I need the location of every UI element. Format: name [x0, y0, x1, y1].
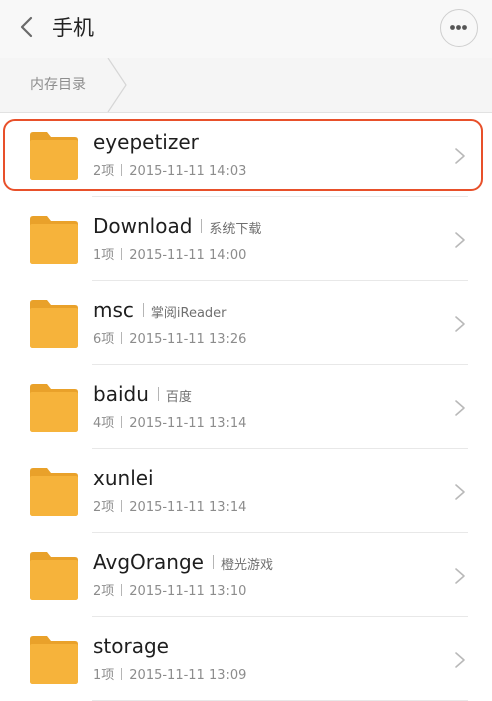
- folder-title-line: Download 系统下载: [93, 212, 261, 244]
- folder-name: eyepetizer: [93, 130, 199, 154]
- folder-row[interactable]: Download 系统下载 1项 2015-11-11 14:00: [0, 197, 492, 281]
- item-count: 2项: [93, 584, 115, 599]
- folder-row[interactable]: msc 掌阅iReader 6项 2015-11-11 13:26: [0, 281, 492, 365]
- folder-row[interactable]: baidu 百度 4项 2015-11-11 13:14: [0, 365, 492, 449]
- modified-date: 2015-11-11 13:10: [129, 584, 247, 599]
- more-horizontal-icon: [450, 25, 467, 30]
- folder-title-line: AvgOrange 橙光游戏: [93, 548, 273, 580]
- chevron-left-icon: [20, 16, 33, 38]
- chevron-right-icon: [455, 316, 465, 332]
- top-bar: 手机: [0, 0, 492, 58]
- folder-meta: 2项 2015-11-11 13:14: [93, 498, 246, 518]
- modified-date: 2015-11-11 13:26: [129, 332, 247, 347]
- folder-icon: [30, 468, 78, 516]
- folder-row[interactable]: AvgOrange 橙光游戏 2项 2015-11-11 13:10: [0, 533, 492, 617]
- folder-meta: 1项 2015-11-11 13:09: [93, 666, 246, 686]
- folder-name: storage: [93, 634, 169, 658]
- meta-separator: [121, 584, 123, 596]
- modified-date: 2015-11-11 13:14: [129, 500, 247, 515]
- folder-title-line: baidu 百度: [93, 380, 192, 412]
- folder-meta: 6项 2015-11-11 13:26: [93, 330, 246, 350]
- page-title: 手机: [52, 16, 94, 40]
- folder-alias: 系统下载: [209, 222, 262, 237]
- meta-separator: [121, 332, 123, 344]
- folder-icon: [30, 132, 78, 180]
- folder-title-line: eyepetizer: [93, 128, 199, 158]
- folder-name: xunlei: [93, 466, 154, 490]
- item-count: 2项: [93, 164, 115, 179]
- folder-icon: [30, 216, 78, 264]
- more-options-button[interactable]: [440, 9, 478, 47]
- meta-separator: [121, 248, 123, 260]
- folder-name: msc: [93, 298, 134, 322]
- folder-name: AvgOrange: [93, 550, 204, 574]
- back-button[interactable]: [14, 13, 42, 41]
- folder-row[interactable]: xunlei 2项 2015-11-11 13:14: [0, 449, 492, 533]
- folder-meta: 4项 2015-11-11 13:14: [93, 414, 246, 434]
- folder-meta: 2项 2015-11-11 14:03: [93, 162, 246, 182]
- meta-separator: [121, 416, 123, 428]
- modified-date: 2015-11-11 13:14: [129, 416, 247, 431]
- folder-icon: [30, 300, 78, 348]
- breadcrumb: 内存目录: [0, 58, 492, 113]
- name-separator: [212, 555, 214, 569]
- chevron-right-icon: [455, 652, 465, 668]
- folder-title-line: storage: [93, 632, 169, 662]
- folder-title-line: msc 掌阅iReader: [93, 296, 227, 328]
- item-count: 2项: [93, 500, 115, 515]
- item-count: 4项: [93, 416, 115, 431]
- item-count: 1项: [93, 248, 115, 263]
- chevron-right-icon: [455, 568, 465, 584]
- chevron-right-icon: [455, 484, 465, 500]
- item-count: 1项: [93, 668, 115, 683]
- meta-separator: [121, 668, 123, 680]
- file-list: eyepetizer 2项 2015-11-11 14:03 Download 系统下载…: [0, 113, 492, 701]
- folder-alias: 掌阅iReader: [150, 306, 227, 321]
- folder-alias: 百度: [165, 390, 192, 405]
- name-separator: [201, 219, 203, 233]
- folder-name: Download: [93, 214, 193, 238]
- folder-meta: 1项 2015-11-11 14:00: [93, 246, 246, 266]
- name-separator: [157, 387, 159, 401]
- modified-date: 2015-11-11 13:09: [129, 668, 247, 683]
- name-separator: [142, 303, 144, 317]
- folder-meta: 2项 2015-11-11 13:10: [93, 582, 246, 602]
- folder-name: baidu: [93, 382, 149, 406]
- chevron-right-icon: [455, 400, 465, 416]
- modified-date: 2015-11-11 14:00: [129, 248, 247, 263]
- chevron-right-icon: [455, 148, 465, 164]
- modified-date: 2015-11-11 14:03: [129, 164, 247, 179]
- folder-icon: [30, 552, 78, 600]
- folder-icon: [30, 384, 78, 432]
- meta-separator: [121, 164, 123, 176]
- folder-icon: [30, 636, 78, 684]
- breadcrumb-label: 内存目录: [30, 77, 86, 93]
- chevron-right-icon: [455, 232, 465, 248]
- folder-alias: 橙光游戏: [220, 558, 273, 573]
- folder-row[interactable]: eyepetizer 2项 2015-11-11 14:03: [0, 113, 492, 197]
- breadcrumb-separator-icon: [107, 58, 127, 112]
- meta-separator: [121, 500, 123, 512]
- item-count: 6项: [93, 332, 115, 347]
- folder-title-line: xunlei: [93, 464, 154, 494]
- breadcrumb-item-internal-storage[interactable]: 内存目录: [0, 58, 128, 112]
- folder-row[interactable]: storage 1项 2015-11-11 13:09: [0, 617, 492, 701]
